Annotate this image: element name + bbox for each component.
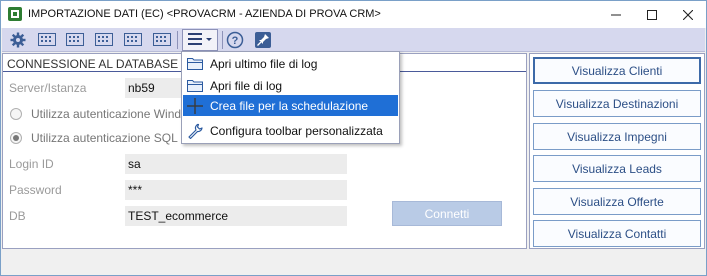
toolbar-dropdown-menu: Apri ultimo file di log Apri file di log…	[181, 51, 400, 144]
menu-item-open-log[interactable]: Apri file di log	[183, 75, 398, 96]
menu-item-create-schedule-file[interactable]: Crea file per la schedulazione	[183, 95, 398, 116]
pin-icon[interactable]	[253, 30, 273, 50]
windows-auth-radio[interactable]	[10, 108, 22, 120]
toolbar: ?	[2, 28, 705, 52]
folder-icon	[186, 77, 204, 94]
maximize-button[interactable]	[634, 1, 670, 28]
title-bar: IMPORTAZIONE DATI (EC) <PROVACRM - AZIEN…	[1, 1, 706, 28]
menu-item-label: Apri ultimo file di log	[210, 57, 318, 71]
hamburger-menu-button[interactable]	[182, 29, 218, 51]
sql-auth-radio[interactable]	[10, 132, 22, 144]
view-appointments-button[interactable]: Visualizza Impegni	[533, 123, 701, 150]
login-field[interactable]: sa	[125, 154, 347, 174]
grid-icon-4[interactable]	[123, 30, 143, 50]
windows-auth-label: Utilizza autenticazione Windows	[31, 107, 203, 121]
menu-item-label: Apri file di log	[210, 79, 283, 93]
grid-icon-1[interactable]	[37, 30, 57, 50]
view-destinations-button[interactable]: Visualizza Destinazioni	[533, 90, 701, 117]
toolbar-separator	[222, 31, 223, 49]
settings-icon[interactable]	[8, 30, 28, 50]
login-label: Login ID	[9, 157, 54, 171]
toolbar-separator	[177, 31, 178, 49]
svg-text:?: ?	[232, 35, 239, 47]
sql-auth-label: Utilizza autenticazione SQL Serv	[31, 131, 206, 145]
plus-icon	[186, 97, 204, 114]
app-logo-icon	[8, 7, 22, 21]
grid-icon-5[interactable]	[152, 30, 172, 50]
db-label: DB	[9, 209, 26, 223]
password-label: Password	[9, 183, 62, 197]
folder-icon	[186, 55, 204, 72]
hamburger-menu-icon	[187, 32, 213, 49]
menu-item-label: Configura toolbar personalizzata	[210, 124, 383, 138]
server-label: Server/Istanza	[9, 81, 87, 95]
close-button[interactable]	[670, 1, 706, 28]
view-offers-button[interactable]: Visualizza Offerte	[533, 188, 701, 215]
wrench-icon	[186, 122, 204, 139]
grid-icon-2[interactable]	[65, 30, 85, 50]
connect-button[interactable]: Connetti	[392, 201, 502, 226]
menu-item-configure-toolbar[interactable]: Configura toolbar personalizzata	[183, 120, 398, 141]
menu-item-label: Crea file per la schedulazione	[210, 99, 369, 113]
window-title: IMPORTAZIONE DATI (EC) <PROVACRM - AZIEN…	[28, 8, 381, 20]
grid-icon-3[interactable]	[94, 30, 114, 50]
view-leads-button[interactable]: Visualizza Leads	[533, 155, 701, 182]
view-contacts-button[interactable]: Visualizza Contatti	[533, 220, 701, 247]
db-field[interactable]: TEST_ecommerce	[125, 206, 347, 226]
help-icon[interactable]: ?	[225, 30, 245, 50]
app-window: IMPORTAZIONE DATI (EC) <PROVACRM - AZIEN…	[0, 0, 707, 276]
minimize-button[interactable]	[598, 1, 634, 28]
password-field[interactable]: ***	[125, 180, 347, 200]
menu-item-open-last-log[interactable]: Apri ultimo file di log	[183, 53, 398, 74]
view-clients-button[interactable]: Visualizza Clienti	[533, 57, 701, 84]
status-bar	[2, 250, 705, 275]
actions-panel: Visualizza Clienti Visualizza Destinazio…	[529, 53, 705, 249]
